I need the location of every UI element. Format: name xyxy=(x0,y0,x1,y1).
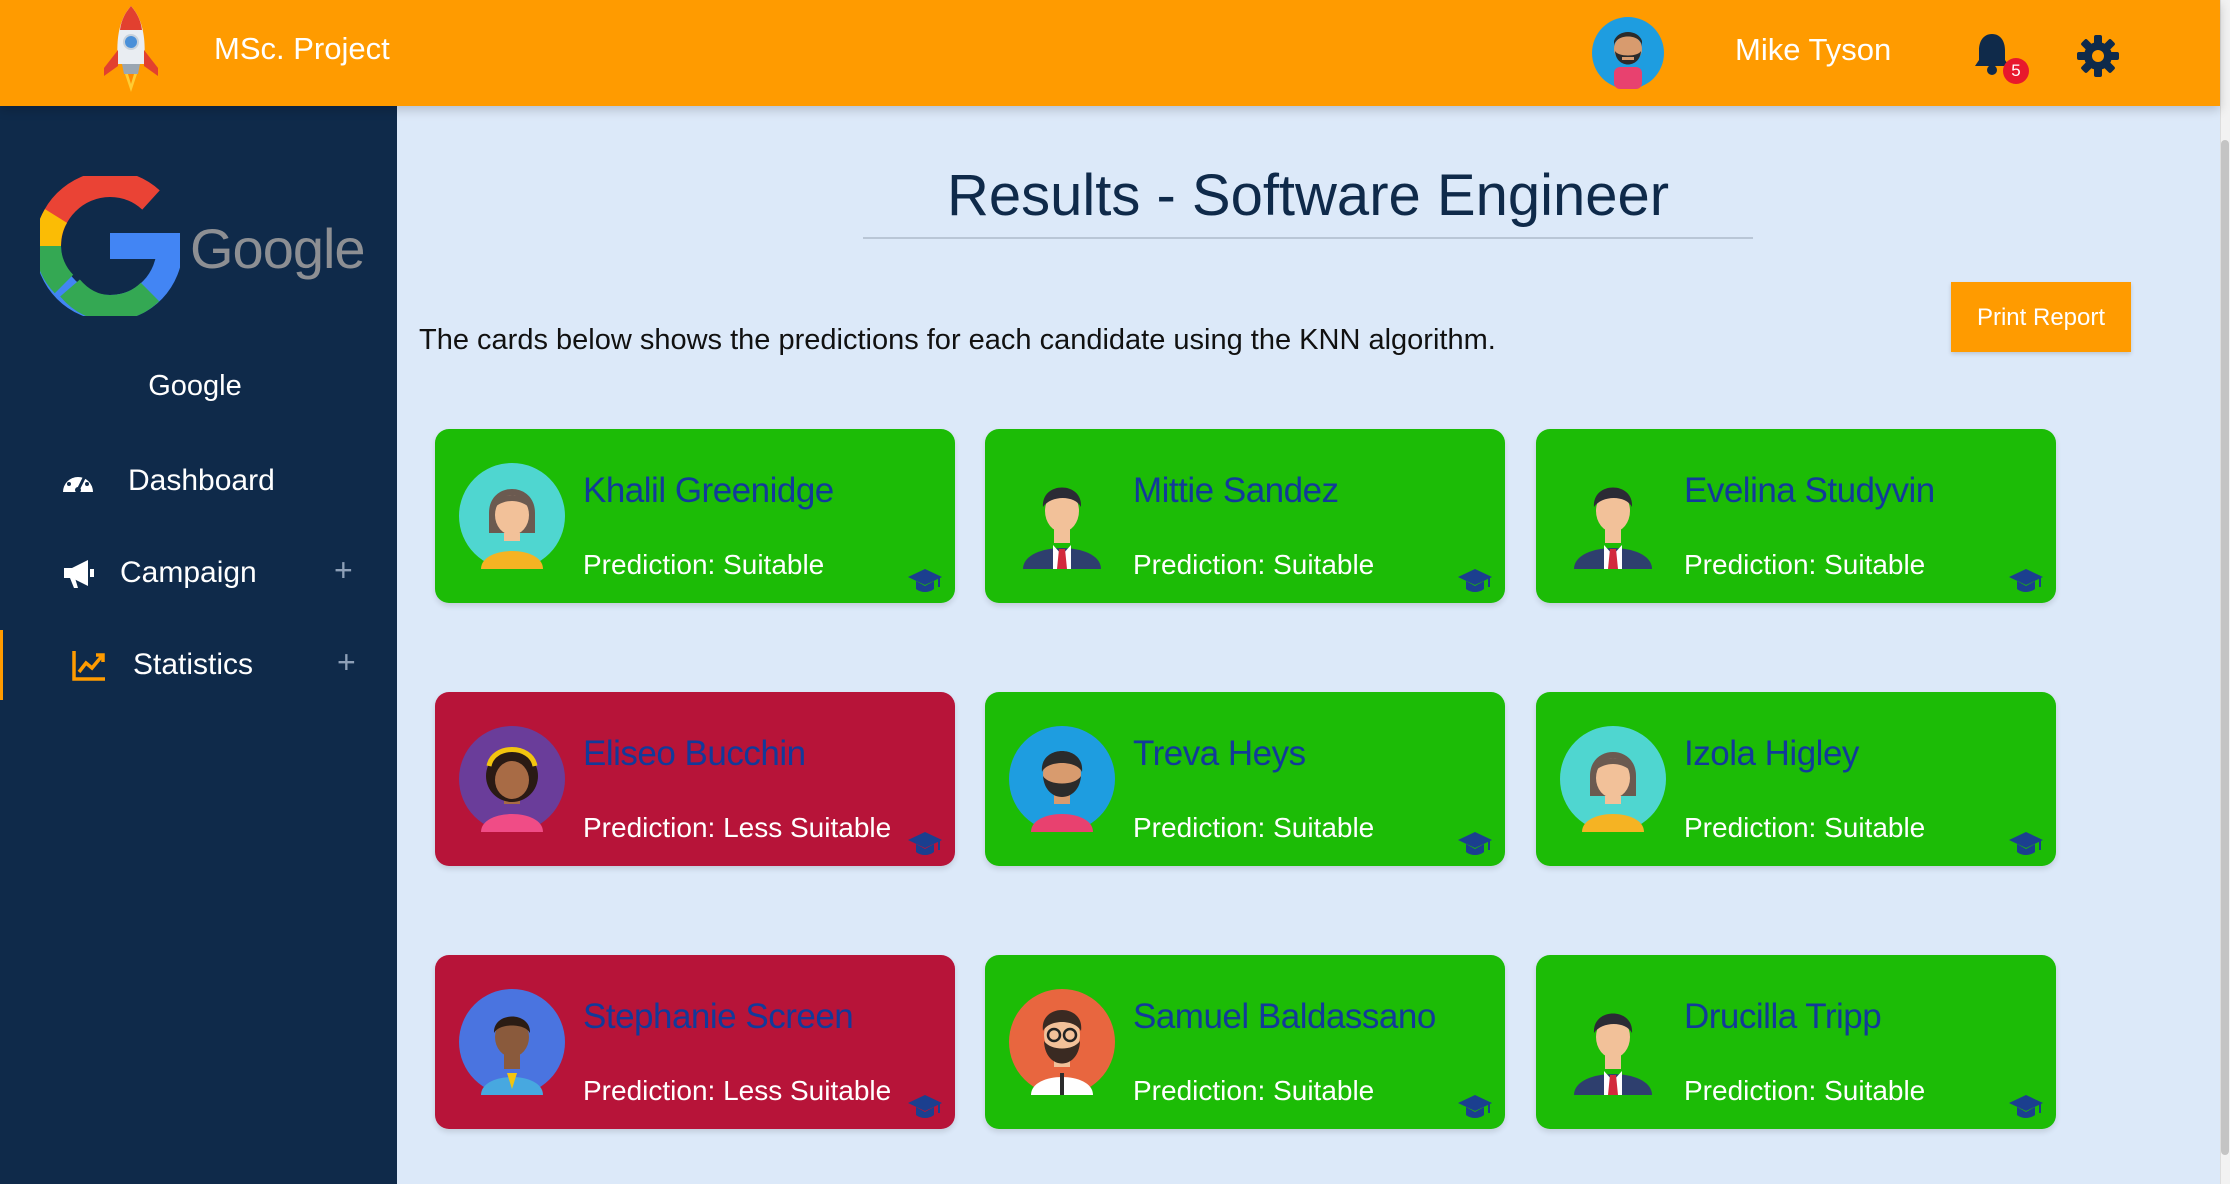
candidate-name: Treva Heys xyxy=(1133,734,1306,773)
app-title[interactable]: MSc. Project xyxy=(214,31,390,67)
candidate-prediction: Prediction: Suitable xyxy=(1133,1075,1375,1106)
candidate-card[interactable]: Stephanie Screen Prediction: Less Suitab… xyxy=(435,955,955,1129)
sidebar-item-label: Campaign xyxy=(120,556,257,589)
google-g-logo xyxy=(40,176,180,316)
avatar-businessman-icon xyxy=(1574,1013,1652,1095)
avatar-businessman-icon xyxy=(1023,487,1101,569)
page-title: Results - Software Engineer xyxy=(863,162,1753,239)
graduation-cap-icon xyxy=(908,1095,942,1118)
graduation-cap-icon xyxy=(908,832,942,855)
graduation-cap-icon xyxy=(908,569,942,592)
sidebar-item-label: Statistics xyxy=(133,648,254,681)
gear-icon[interactable] xyxy=(2076,34,2120,78)
graduation-cap-icon xyxy=(1458,832,1492,855)
candidate-name: Khalil Greenidge xyxy=(583,471,834,510)
chart-line-icon xyxy=(72,651,105,681)
candidate-name: Mittie Sandez xyxy=(1133,471,1339,510)
candidate-name: Izola Higley xyxy=(1684,734,1859,773)
top-navbar: MSc. Project Mike Tyson 5 xyxy=(0,0,2220,106)
scrollbar-thumb[interactable] xyxy=(2221,140,2229,1155)
candidate-prediction: Prediction: Less Suitable xyxy=(583,1075,892,1106)
avatar-woman-icon xyxy=(459,463,565,569)
sidebar-item-label: Dashboard xyxy=(128,464,275,497)
candidate-name: Samuel Baldassano xyxy=(1133,997,1436,1036)
megaphone-icon xyxy=(64,560,94,588)
print-report-button[interactable]: Print Report xyxy=(1951,282,2131,352)
notification-badge: 5 xyxy=(2003,58,2029,84)
candidate-card[interactable]: Samuel Baldassano Prediction: Suitable xyxy=(985,955,1505,1129)
candidate-prediction: Prediction: Suitable xyxy=(1684,812,1926,843)
company-logo-text: Google xyxy=(190,217,366,280)
candidate-prediction: Prediction: Suitable xyxy=(583,549,825,580)
candidate-card[interactable]: Treva Heys Prediction: Suitable xyxy=(985,692,1505,866)
avatar-man-icon xyxy=(459,989,565,1095)
candidate-name: Drucilla Tripp xyxy=(1684,997,1882,1036)
candidate-name: Eliseo Bucchin xyxy=(583,734,806,773)
sidebar-item-dashboard[interactable]: Dashboard xyxy=(0,446,397,516)
graduation-cap-icon xyxy=(2009,569,2043,592)
candidate-name: Stephanie Screen xyxy=(583,997,854,1036)
user-name[interactable]: Mike Tyson xyxy=(1735,32,1891,68)
sidebar: Google Google Dashboard Campaign + Stati… xyxy=(0,106,397,1184)
avatar-businessman-icon xyxy=(1574,487,1652,569)
graduation-cap-icon xyxy=(1458,1095,1492,1118)
candidate-name: Evelina Studyvin xyxy=(1684,471,1935,510)
user-avatar[interactable] xyxy=(1592,17,1664,89)
avatar-bearded-man-icon xyxy=(1009,726,1115,832)
expand-plus-icon[interactable]: + xyxy=(334,552,353,589)
candidate-prediction: Prediction: Suitable xyxy=(1133,549,1375,580)
company-name: Google xyxy=(148,370,242,402)
expand-plus-icon[interactable]: + xyxy=(337,644,356,681)
avatar-bearded-glasses-icon xyxy=(1009,989,1115,1095)
candidate-prediction: Prediction: Suitable xyxy=(1684,1075,1926,1106)
graduation-cap-icon xyxy=(2009,1095,2043,1118)
sidebar-item-statistics[interactable]: Statistics + xyxy=(0,630,397,700)
candidate-card[interactable]: Drucilla Tripp Prediction: Suitable xyxy=(1536,955,2056,1129)
candidate-prediction: Prediction: Less Suitable xyxy=(583,812,892,843)
candidate-card[interactable]: Evelina Studyvin Prediction: Suitable xyxy=(1536,429,2056,603)
avatar-girl-headband-icon xyxy=(459,726,565,832)
candidate-card[interactable]: Mittie Sandez Prediction: Suitable xyxy=(985,429,1505,603)
page-description: The cards below shows the predictions fo… xyxy=(419,324,1496,356)
dashboard-icon xyxy=(63,471,93,493)
rocket-icon[interactable] xyxy=(88,2,174,98)
graduation-cap-icon xyxy=(1458,569,1492,592)
candidate-card[interactable]: Izola Higley Prediction: Suitable xyxy=(1536,692,2056,866)
sidebar-item-campaign[interactable]: Campaign + xyxy=(0,538,397,608)
avatar-woman-icon xyxy=(1560,726,1666,832)
candidate-prediction: Prediction: Suitable xyxy=(1684,549,1926,580)
candidate-card[interactable]: Khalil Greenidge Prediction: Suitable xyxy=(435,429,955,603)
candidate-prediction: Prediction: Suitable xyxy=(1133,812,1375,843)
graduation-cap-icon xyxy=(2009,832,2043,855)
candidate-card[interactable]: Eliseo Bucchin Prediction: Less Suitable xyxy=(435,692,955,866)
